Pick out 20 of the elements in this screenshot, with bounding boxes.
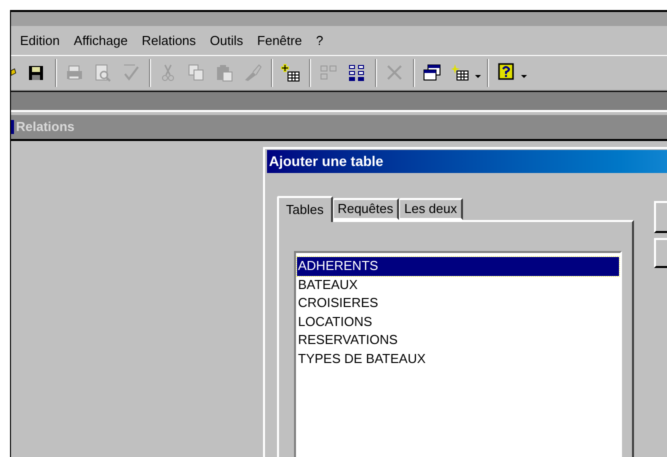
window-title: Relations xyxy=(16,118,75,136)
tab[interactable]: Les deux xyxy=(399,198,463,220)
tab[interactable]: Tables xyxy=(277,196,333,222)
menu-item[interactable]: ? xyxy=(316,31,324,51)
list-item[interactable]: CROISIERES xyxy=(297,294,619,312)
menu-item[interactable]: Fenêtre xyxy=(257,31,302,51)
dropdown-arrow-icon[interactable] xyxy=(475,74,481,78)
list-item[interactable]: BATEAUX xyxy=(297,276,619,294)
dialog-title: Ajouter une table xyxy=(267,150,667,173)
list-item[interactable]: LOCATIONS xyxy=(297,312,619,331)
menu-item[interactable]: Edition xyxy=(20,31,60,51)
table-list[interactable]: ADHERENTS BATEAUX CROISIERES LOCATIONS RESERVATIONS TYPES DE BATEAUX xyxy=(294,251,622,457)
menu-item[interactable]: Outils xyxy=(210,31,244,51)
list-item[interactable]: RESERVATIONS xyxy=(297,331,619,350)
list-item[interactable]: TYPES DE BATEAUX xyxy=(297,350,619,368)
menu-item[interactable]: Relations xyxy=(142,31,196,51)
menu-item[interactable]: Affichage xyxy=(74,31,128,51)
list-item[interactable]: ADHERENTS xyxy=(297,257,619,276)
dropdown-arrow-icon[interactable] xyxy=(521,74,527,78)
tab[interactable]: Requêtes xyxy=(332,198,400,220)
